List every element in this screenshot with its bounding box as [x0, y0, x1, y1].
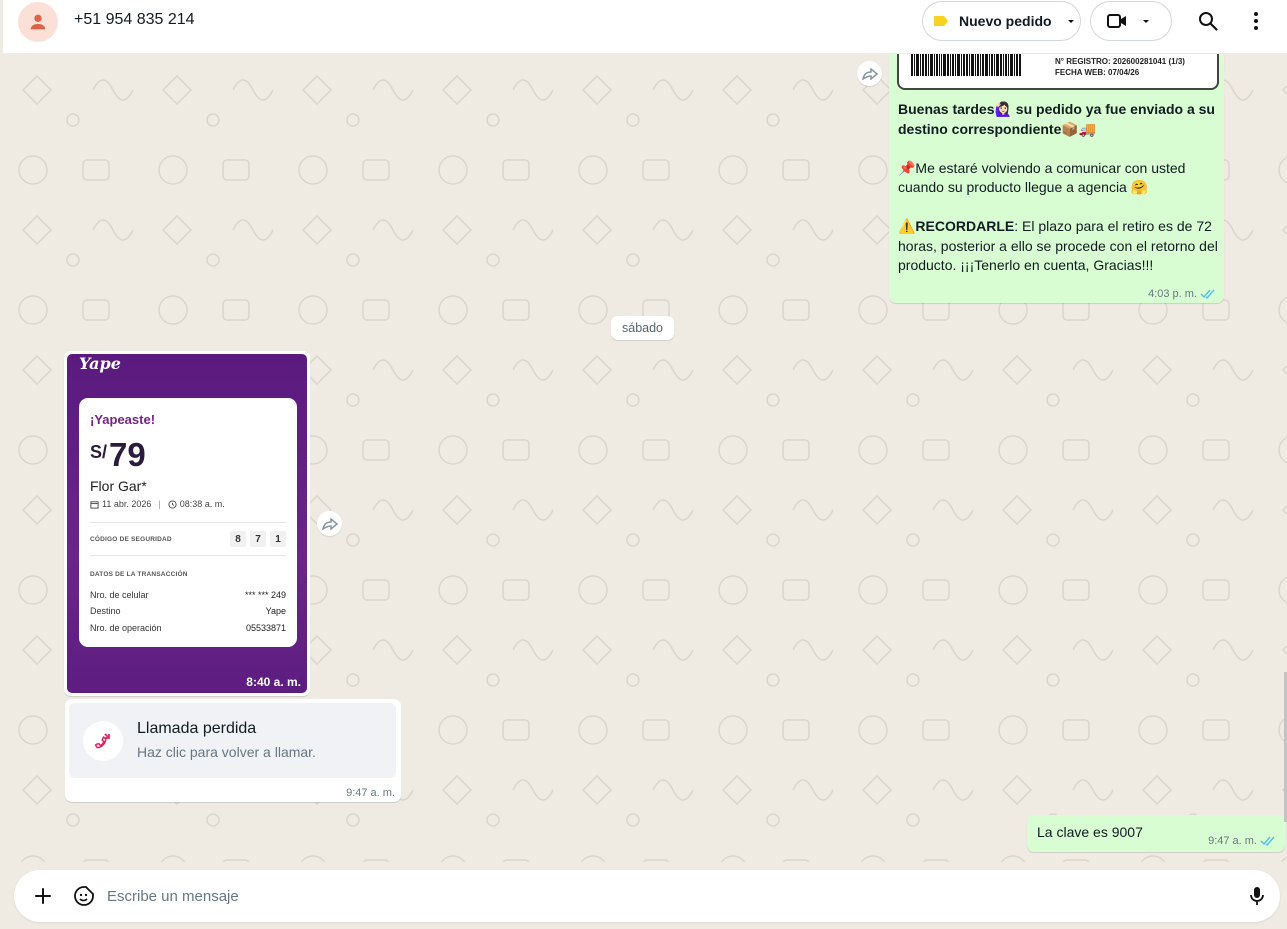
microphone-icon — [1250, 887, 1264, 905]
avatar[interactable] — [18, 2, 58, 42]
date-divider: | — [158, 499, 161, 509]
clock-icon — [168, 499, 177, 509]
fecha-web-text: FECHA WEB: 07/04/26 — [1055, 68, 1140, 77]
outgoing-message[interactable]: La clave es 9007 9:47 a. m. — [1027, 815, 1285, 852]
followup-line: 📌Me estaré volviendo a comunicar con ust… — [898, 159, 1186, 196]
missed-call-title: Llamada perdida — [137, 720, 257, 737]
calendar-icon — [90, 500, 99, 509]
shipping-label-text: N° REGISTRO: 202600281041 (1/3) FECHA WE… — [1055, 56, 1185, 78]
date-separator: sábado — [611, 316, 675, 340]
label-text: Nuevo pedido — [959, 13, 1052, 29]
security-digit: 8 — [230, 531, 246, 547]
transaction-row: Nro. de celular *** *** 249 — [90, 590, 286, 600]
label-dropdown-button[interactable]: Nuevo pedido — [922, 1, 1081, 41]
chat-window: +51 954 835 214 Nuevo pedido N° REGISTRO… — [3, 0, 1287, 929]
forward-button[interactable] — [857, 61, 882, 86]
transaction-row: Nro. de operación 05533871 — [90, 623, 286, 633]
attach-button[interactable] — [30, 883, 56, 909]
read-ticks-icon — [1200, 289, 1215, 299]
video-icon — [1107, 14, 1126, 28]
incoming-image-message[interactable]: Yape ¡Yapeaste! S/ 79 Flor Gar* 11 abr. … — [64, 351, 310, 696]
forward-icon — [321, 517, 338, 530]
yape-amount-value: 79 — [109, 436, 146, 473]
security-digit: 1 — [270, 531, 286, 547]
row-label: Nro. de operación — [90, 623, 162, 633]
missed-call-icon — [94, 733, 110, 749]
forward-icon — [861, 67, 878, 80]
message-text: Buenas tardes🙋🏻‍♀️ su pedido ya fue envi… — [898, 100, 1218, 276]
security-code-label: CÓDIGO DE SEGURIDAD — [90, 536, 172, 543]
video-call-button[interactable] — [1090, 1, 1172, 41]
missed-call-subtitle: Haz clic para volver a llamar. — [137, 744, 316, 760]
divider — [90, 555, 286, 556]
yape-hour: 08:38 a. m. — [179, 499, 225, 509]
security-digit: 7 — [250, 531, 266, 547]
missed-call-message: Llamada perdida Haz clic para volver a l… — [65, 699, 401, 802]
row-value: 05533871 — [245, 623, 286, 633]
voice-message-button[interactable] — [1244, 883, 1270, 909]
more-vertical-icon — [1254, 12, 1258, 30]
missed-call-card[interactable]: Llamada perdida Haz clic para volver a l… — [69, 703, 396, 778]
message-composer — [14, 870, 1280, 922]
person-icon — [30, 14, 46, 30]
chat-header: +51 954 835 214 Nuevo pedido — [3, 0, 1287, 54]
yape-amount: S/ 79 — [90, 436, 146, 474]
message-time: 9:47 a. m. — [1208, 835, 1257, 847]
yape-recipient: Flor Gar* — [90, 478, 147, 494]
row-value: *** *** 249 — [244, 590, 286, 600]
message-time: 4:03 p. m. — [1148, 288, 1197, 300]
yape-date: 11 abr. 2026 — [102, 499, 152, 509]
missed-call-icon-wrap — [83, 721, 123, 761]
message-time: 9:47 a. m. — [346, 787, 395, 799]
message-meta: 9:47 a. m. — [1208, 835, 1276, 847]
greeting-line: Buenas tardes🙋🏻‍♀️ su pedido ya fue envi… — [898, 101, 1215, 137]
reminder-label: ⚠️RECORDARLE — [898, 218, 1015, 234]
transaction-label: DATOS DE LA TRANSACCIÓN — [90, 571, 188, 578]
row-value: Yape — [265, 606, 286, 616]
registro-text: N° REGISTRO: 202600281041 (1/3) — [1055, 57, 1185, 66]
search-button[interactable] — [1195, 8, 1221, 34]
yape-card: ¡Yapeaste! S/ 79 Flor Gar* 11 abr. 2026 … — [79, 398, 297, 647]
yape-datetime: 11 abr. 2026 | 08:38 a. m. — [90, 499, 225, 509]
message-text: La clave es 9007 — [1037, 824, 1143, 840]
row-label: Destino — [90, 606, 121, 616]
barcode — [911, 54, 1039, 76]
security-codes: 8 7 1 — [230, 531, 286, 547]
plus-icon — [35, 888, 51, 904]
reminder-line: ⚠️RECORDARLE: El plazo para el retiro es… — [898, 217, 1218, 276]
outgoing-message[interactable]: N° REGISTRO: 202600281041 (1/3) FECHA WE… — [889, 40, 1224, 303]
chevron-down-icon — [1143, 20, 1149, 23]
sticker-icon — [74, 886, 94, 906]
message-input[interactable] — [107, 885, 1227, 907]
search-icon — [1199, 12, 1218, 31]
forward-button[interactable] — [317, 511, 342, 536]
yape-currency: S/ — [90, 442, 108, 462]
message-time: 8:40 a. m. — [246, 675, 301, 689]
divider — [90, 522, 286, 523]
yape-title: ¡Yapeaste! — [90, 412, 156, 427]
yape-logo: Yape — [79, 354, 121, 373]
contact-name[interactable]: +51 954 835 214 — [74, 11, 195, 29]
label-tag-icon — [934, 16, 948, 26]
row-label: Nro. de celular — [90, 590, 149, 600]
sticker-button[interactable] — [71, 883, 97, 909]
read-ticks-icon — [1260, 836, 1275, 846]
message-meta: 4:03 p. m. — [1148, 288, 1216, 300]
yape-receipt-image[interactable]: Yape ¡Yapeaste! S/ 79 Flor Gar* 11 abr. … — [67, 354, 307, 693]
chevron-down-icon — [1067, 20, 1074, 23]
menu-button[interactable] — [1243, 8, 1269, 34]
transaction-row: Destino Yape — [90, 606, 286, 616]
